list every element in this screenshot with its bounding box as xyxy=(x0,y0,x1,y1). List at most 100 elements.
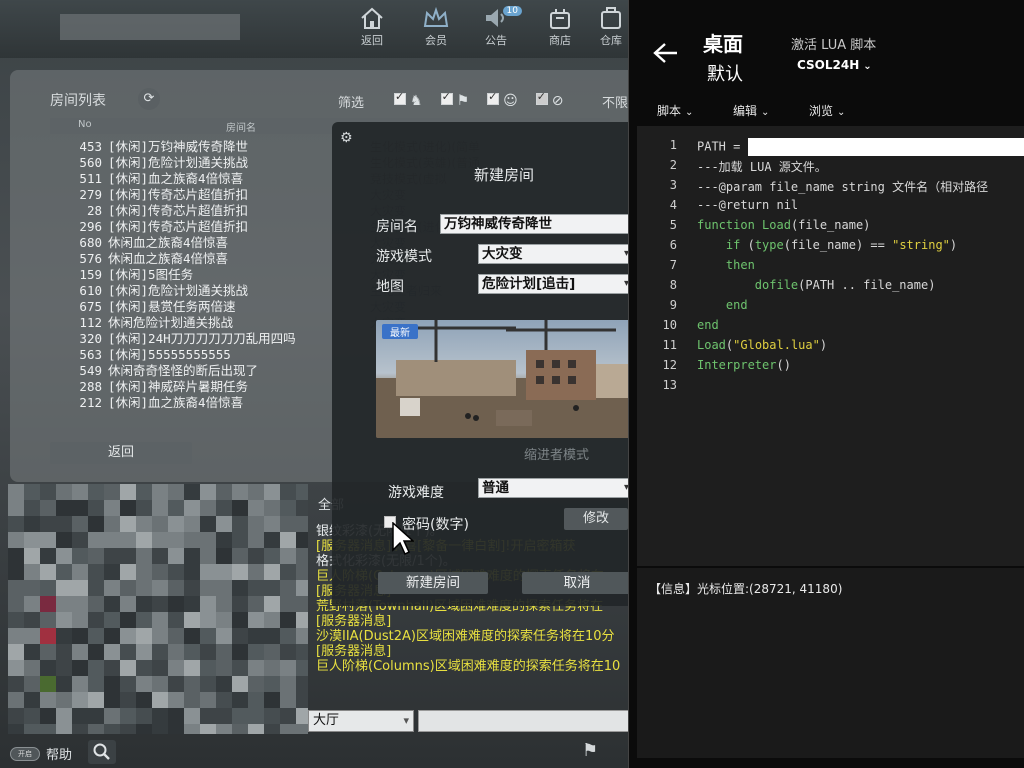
nav-speaker[interactable]: 公告 10 xyxy=(470,6,522,52)
editor-title: 桌面 xyxy=(703,32,743,56)
nav-crown[interactable]: 会员 xyxy=(410,6,462,52)
mosaic-cell xyxy=(136,692,152,708)
table-row[interactable]: 563 [休闲]55555555555 xyxy=(50,344,350,362)
table-row[interactable]: 511 [休闲]血之族裔4倍惊喜 xyxy=(50,168,350,186)
mosaic-cell xyxy=(104,660,120,676)
table-row[interactable]: 675 [休闲]悬赏任务两倍速 xyxy=(50,296,350,314)
filter-players[interactable]: ☺ xyxy=(487,90,518,109)
code-line[interactable]: ---@param file_name string 文件名（相对路径 xyxy=(697,178,988,195)
nav-warehouse[interactable]: 仓库 xyxy=(594,6,628,52)
mosaic-cell xyxy=(200,676,216,692)
mosaic-cell xyxy=(136,484,152,500)
table-row[interactable]: 320 [休闲]24H刀刀刀刀刀刀乱用四吗 xyxy=(50,328,350,346)
code-line[interactable]: end xyxy=(697,318,719,332)
table-row[interactable]: 610 [休闲]危险计划通关挑战 xyxy=(50,280,350,298)
table-row[interactable]: 159 [休闲]5图任务 xyxy=(50,264,350,282)
mosaic-cell xyxy=(88,676,104,692)
code-line[interactable]: end xyxy=(697,298,748,312)
mosaic-cell xyxy=(136,516,152,532)
back-button[interactable]: 返回 xyxy=(50,442,192,464)
map-select[interactable]: 危险计划[追击] xyxy=(478,274,632,294)
filter-soldier[interactable]: ♞ xyxy=(394,90,423,109)
table-row[interactable]: 576 休闲血之族裔4倍惊喜 xyxy=(50,248,350,266)
code-line[interactable]: Interpreter() xyxy=(697,358,791,372)
room-name-label: 房间名 xyxy=(376,219,418,235)
mosaic-cell xyxy=(72,564,88,580)
table-row[interactable]: 28 [休闲]传奇芯片超值折扣 xyxy=(50,200,350,218)
refresh-icon[interactable]: ⟳ xyxy=(138,88,160,110)
back-arrow-icon[interactable] xyxy=(653,42,679,70)
mosaic-cell xyxy=(248,596,264,612)
code-line[interactable]: then xyxy=(697,258,755,272)
mosaic-cell xyxy=(88,516,104,532)
mosaic-cell xyxy=(136,580,152,596)
path-value-box[interactable] xyxy=(747,138,1024,156)
mosaic-cell xyxy=(40,516,56,532)
mosaic-cell xyxy=(200,628,216,644)
game-mode-select[interactable]: 大灾变 xyxy=(478,244,632,264)
table-row[interactable]: 212 [休闲]血之族裔4倍惊喜 xyxy=(50,392,350,410)
code-editor[interactable]: 1 PATH = 2 ---加载 LUA 源文件。 3 ---@param file_n… xyxy=(637,126,1024,566)
mosaic-cell xyxy=(264,644,280,660)
filter-checkbox[interactable] xyxy=(535,90,548,105)
mosaic-cell xyxy=(200,484,216,500)
toggle-switch[interactable]: 开启 xyxy=(10,746,40,761)
code-line[interactable]: if (type(file_name) == "string") xyxy=(697,238,957,252)
mosaic-cell xyxy=(200,516,216,532)
search-icon[interactable] xyxy=(88,740,116,764)
nav-label: 返回 xyxy=(361,34,383,47)
line-number: 8 xyxy=(669,278,677,292)
mosaic-cell xyxy=(104,644,120,660)
profile-select[interactable]: CSOL24H ⌄ xyxy=(797,58,872,72)
filter-team[interactable]: ⚑ xyxy=(440,90,469,109)
filter-checkbox[interactable] xyxy=(487,90,500,105)
table-row[interactable]: 680 休闲血之族裔4倍惊喜 xyxy=(50,232,350,250)
mosaic-cell xyxy=(168,564,184,580)
code-line[interactable]: ---加载 LUA 源文件。 xyxy=(697,158,827,175)
mosaic-cell xyxy=(136,532,152,548)
table-row[interactable]: 560 [休闲]危险计划通关挑战 xyxy=(50,152,350,170)
code-line[interactable]: ---@return nil xyxy=(697,198,798,212)
filter-checkbox[interactable] xyxy=(440,90,453,105)
table-row[interactable]: 549 休闲奇奇怪怪的断后出现了 xyxy=(50,360,350,378)
table-row[interactable]: 453 [休闲]万钧神威传奇降世 xyxy=(50,136,350,154)
mosaic-cell xyxy=(280,484,296,500)
table-row[interactable]: 288 [休闲]神威碎片暑期任务 xyxy=(50,376,350,394)
mosaic-cell xyxy=(264,660,280,676)
menu-script[interactable]: 脚本 ⌄ xyxy=(657,102,693,119)
code-line[interactable]: function Load(file_name) xyxy=(697,218,870,232)
mosaic-cell xyxy=(296,708,308,724)
activate-script-label[interactable]: 激活 LUA 脚本 xyxy=(791,34,876,53)
mosaic-cell xyxy=(24,676,40,692)
code-line[interactable]: dofile(PATH .. file_name) xyxy=(697,278,936,292)
nav-home[interactable]: 返回 xyxy=(346,6,398,52)
cancel-button[interactable]: 取消 xyxy=(522,572,632,594)
menu-edit[interactable]: 编辑 ⌄ xyxy=(733,102,769,119)
chat-channel-select[interactable]: 大厅 xyxy=(308,710,414,732)
create-room-button[interactable]: 新建房间 xyxy=(378,572,488,594)
mosaic-cell xyxy=(72,692,88,708)
mosaic-cell xyxy=(8,596,24,612)
mosaic-cell xyxy=(152,596,168,612)
code-line[interactable]: Load("Global.lua") xyxy=(697,338,827,352)
table-row[interactable]: 112 休闲危险计划通关挑战 xyxy=(50,312,350,330)
mosaic-cell xyxy=(184,660,200,676)
modify-button[interactable]: 修改 xyxy=(564,508,628,530)
mosaic-cell xyxy=(184,628,200,644)
no-limit-label[interactable]: 不限 xyxy=(602,92,628,111)
room-name-input[interactable]: 万钧神威传奇降世 xyxy=(440,214,632,234)
menu-browse[interactable]: 浏览 ⌄ xyxy=(809,102,845,119)
table-row[interactable]: 296 [休闲]传奇芯片超值折扣 xyxy=(50,216,350,234)
help-label[interactable]: 帮助 xyxy=(46,744,72,763)
chat-input[interactable] xyxy=(418,710,640,732)
flag-icon[interactable]: ⚑ xyxy=(582,740,598,761)
code-line[interactable]: PATH = xyxy=(697,138,1024,156)
mosaic-cell xyxy=(200,724,216,734)
filter-lock[interactable]: ⊘ xyxy=(535,90,563,109)
table-row[interactable]: 279 [休闲]传奇芯片超值折扣 xyxy=(50,184,350,202)
nav-shop[interactable]: 商店 xyxy=(534,6,586,52)
filter-checkbox[interactable] xyxy=(394,90,406,105)
mosaic-cell xyxy=(168,612,184,628)
mosaic-cell xyxy=(184,596,200,612)
difficulty-select[interactable]: 普通 xyxy=(478,478,632,498)
